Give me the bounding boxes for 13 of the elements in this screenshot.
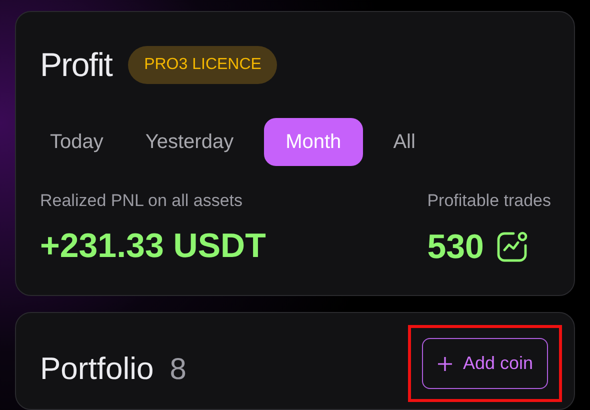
period-tab[interactable]: All	[381, 118, 428, 166]
profit-title: Profit	[40, 45, 112, 85]
coin-count: 8	[170, 352, 186, 388]
portfolio-title: Portfolio	[40, 350, 154, 388]
plus-icon	[436, 356, 453, 372]
trades-value: 530	[427, 230, 484, 264]
pnl-value: +231.33 USDT	[40, 229, 266, 263]
pnl-label: Realized PNL on all assets	[40, 190, 244, 212]
add-coin-button[interactable]: Add coin	[422, 338, 548, 389]
trades-label: Profitable trades	[427, 190, 551, 212]
period-tab[interactable]: Today	[38, 118, 116, 166]
period-tab[interactable]: Yesterday	[133, 118, 246, 166]
licence-badge: PRO3 LICENCE	[128, 46, 278, 84]
